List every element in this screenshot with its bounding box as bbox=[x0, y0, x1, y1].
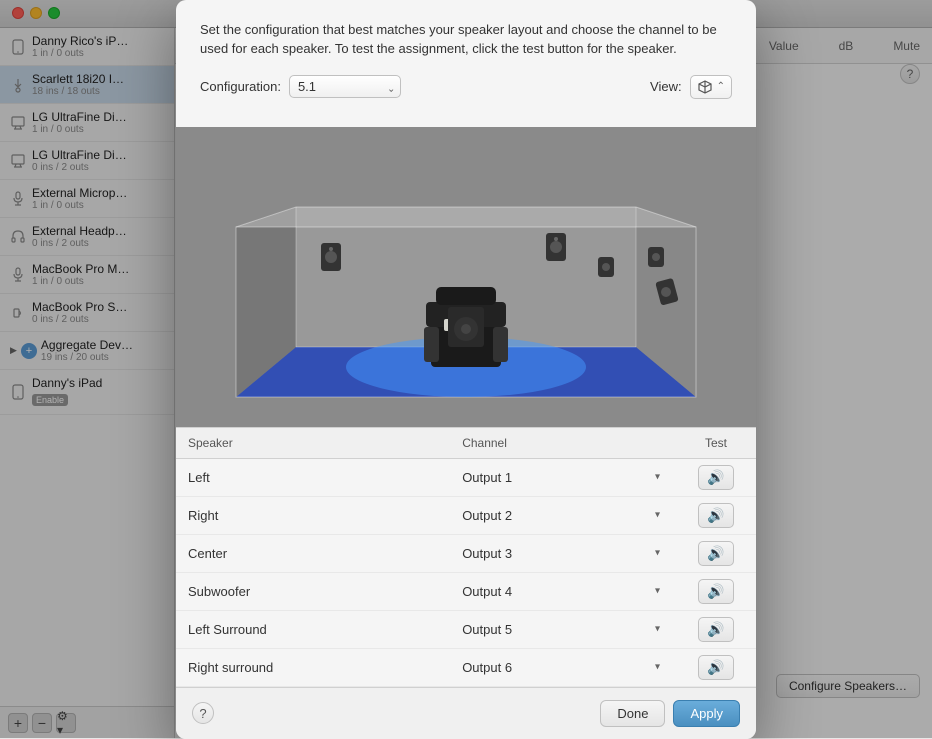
done-button[interactable]: Done bbox=[600, 700, 665, 727]
table-row: Subwoofer Output 1Output 2Output 3Output … bbox=[176, 572, 756, 610]
channel-cell: Output 1Output 2Output 3Output 4Output 5… bbox=[450, 534, 676, 572]
channel-select-wrapper: Output 1Output 2Output 3Output 4Output 5… bbox=[462, 546, 664, 561]
apply-button[interactable]: Apply bbox=[673, 700, 740, 727]
speaker-sound-icon: 🔊 bbox=[707, 469, 724, 486]
cube-icon bbox=[697, 79, 713, 95]
table-row: Left Surround Output 1Output 2Output 3Out… bbox=[176, 610, 756, 648]
test-cell: 🔊 bbox=[676, 648, 756, 686]
footer-buttons: Done Apply bbox=[600, 700, 740, 727]
test-speaker-button[interactable]: 🔊 bbox=[698, 655, 733, 680]
speaker-name: Left bbox=[176, 458, 450, 496]
table-row: Center Output 1Output 2Output 3Output 4Ou… bbox=[176, 534, 756, 572]
speaker-col-header: Speaker bbox=[176, 427, 450, 458]
modal-overlay: Set the configuration that best matches … bbox=[0, 0, 932, 738]
channel-cell: Output 1Output 2Output 3Output 4Output 5… bbox=[450, 572, 676, 610]
configure-speakers-dialog: Set the configuration that best matches … bbox=[176, 0, 756, 739]
channel-select[interactable]: Output 1Output 2Output 3Output 4Output 5… bbox=[462, 546, 664, 561]
table-row: Right surround Output 1Output 2Output 3Ou… bbox=[176, 648, 756, 686]
channel-select[interactable]: Output 1Output 2Output 3Output 4Output 5… bbox=[462, 470, 664, 485]
footer-help-button[interactable]: ? bbox=[192, 702, 214, 724]
config-left: Configuration: Stereo Quadraphonic 5.1 7… bbox=[200, 75, 401, 98]
channel-cell: Output 1Output 2Output 3Output 4Output 5… bbox=[450, 610, 676, 648]
channel-select-wrapper: Output 1Output 2Output 3Output 4Output 5… bbox=[462, 622, 664, 637]
channel-select-wrapper: Output 1Output 2Output 3Output 4Output 5… bbox=[462, 508, 664, 523]
room-visualization bbox=[176, 127, 756, 427]
channel-select[interactable]: Output 1Output 2Output 3Output 4Output 5… bbox=[462, 584, 664, 599]
test-cell: 🔊 bbox=[676, 496, 756, 534]
channel-select[interactable]: Output 1Output 2Output 3Output 4Output 5… bbox=[462, 622, 664, 637]
view-3d-button[interactable]: ⌃ bbox=[690, 75, 732, 99]
room-svg bbox=[176, 127, 756, 427]
channel-select-wrapper: Output 1Output 2Output 3Output 4Output 5… bbox=[462, 660, 664, 675]
speaker-name: Right bbox=[176, 496, 450, 534]
view-row: View: ⌃ bbox=[650, 75, 732, 99]
modal-body: Set the configuration that best matches … bbox=[176, 0, 756, 127]
config-label: Configuration: bbox=[200, 79, 281, 94]
speaker-name: Right surround bbox=[176, 648, 450, 686]
speaker-name: Subwoofer bbox=[176, 572, 450, 610]
table-row: Left Output 1Output 2Output 3Output 4Outp… bbox=[176, 458, 756, 496]
config-select-wrapper: Stereo Quadraphonic 5.1 7.1 bbox=[289, 75, 401, 98]
channel-cell: Output 1Output 2Output 3Output 4Output 5… bbox=[450, 458, 676, 496]
channel-cell: Output 1Output 2Output 3Output 4Output 5… bbox=[450, 496, 676, 534]
channel-select-wrapper: Output 1Output 2Output 3Output 4Output 5… bbox=[462, 584, 664, 599]
speaker-sound-icon: 🔊 bbox=[707, 659, 724, 676]
test-speaker-button[interactable]: 🔊 bbox=[698, 465, 733, 490]
view-label: View: bbox=[650, 79, 682, 94]
speaker-sound-icon: 🔊 bbox=[707, 583, 724, 600]
modal-description: Set the configuration that best matches … bbox=[200, 20, 732, 59]
test-speaker-button[interactable]: 🔊 bbox=[698, 541, 733, 566]
speaker-table: Speaker Channel Test Left Output 1Output … bbox=[176, 427, 756, 687]
test-cell: 🔊 bbox=[676, 534, 756, 572]
test-col-header: Test bbox=[676, 427, 756, 458]
test-speaker-button[interactable]: 🔊 bbox=[698, 503, 733, 528]
speaker-name: Center bbox=[176, 534, 450, 572]
test-speaker-button[interactable]: 🔊 bbox=[698, 579, 733, 604]
channel-cell: Output 1Output 2Output 3Output 4Output 5… bbox=[450, 648, 676, 686]
test-speaker-button[interactable]: 🔊 bbox=[698, 617, 733, 642]
speaker-sound-icon: 🔊 bbox=[707, 621, 724, 638]
table-row: Right Output 1Output 2Output 3Output 4Out… bbox=[176, 496, 756, 534]
test-cell: 🔊 bbox=[676, 610, 756, 648]
speaker-sound-icon: 🔊 bbox=[707, 545, 724, 562]
test-cell: 🔊 bbox=[676, 572, 756, 610]
modal-footer: ? Done Apply bbox=[176, 687, 756, 739]
test-cell: 🔊 bbox=[676, 458, 756, 496]
channel-select[interactable]: Output 1Output 2Output 3Output 4Output 5… bbox=[462, 508, 664, 523]
speaker-name: Left Surround bbox=[176, 610, 450, 648]
channel-col-header: Channel bbox=[450, 427, 676, 458]
speaker-sound-icon: 🔊 bbox=[707, 507, 724, 524]
config-select[interactable]: Stereo Quadraphonic 5.1 7.1 bbox=[289, 75, 401, 98]
channel-select[interactable]: Output 1Output 2Output 3Output 4Output 5… bbox=[462, 660, 664, 675]
channel-select-wrapper: Output 1Output 2Output 3Output 4Output 5… bbox=[462, 470, 664, 485]
view-chevron: ⌃ bbox=[717, 81, 725, 92]
config-row: Configuration: Stereo Quadraphonic 5.1 7… bbox=[200, 75, 732, 99]
